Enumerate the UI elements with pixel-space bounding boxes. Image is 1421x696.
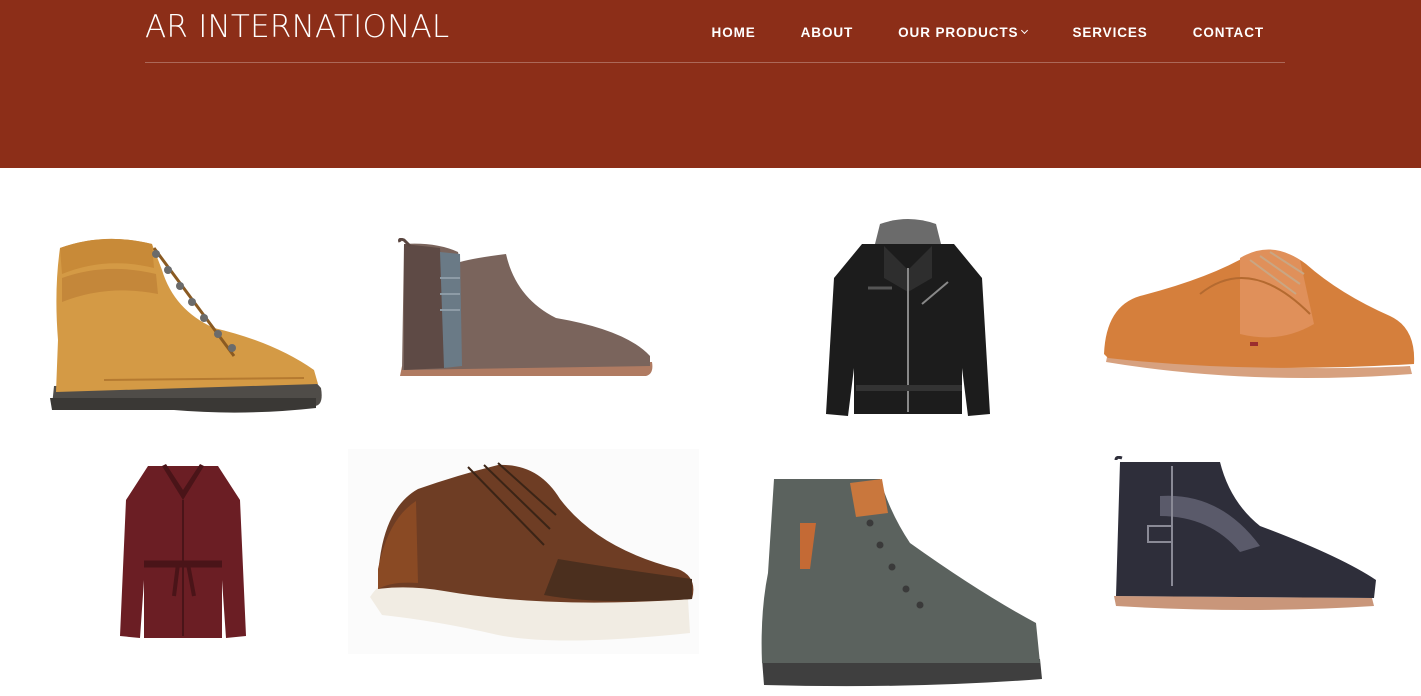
grey-boot-image bbox=[761, 479, 1042, 687]
site-header: AR INTERNATIONAL HOME ABOUT OUR PRODUCTS… bbox=[0, 0, 1421, 168]
product-tile-leather-jacket[interactable] bbox=[822, 218, 994, 418]
chelsea-boot-image bbox=[398, 238, 653, 376]
nav-our-products[interactable]: OUR PRODUCTS bbox=[853, 23, 1029, 41]
nav-our-products-label: OUR PRODUCTS bbox=[898, 24, 1019, 40]
nav-about[interactable]: ABOUT bbox=[756, 23, 854, 41]
product-tile-grey-boot[interactable] bbox=[760, 473, 1046, 687]
tan-hiking-boot-image bbox=[50, 238, 322, 413]
main-nav: HOME ABOUT OUR PRODUCTS SERVICES CONTACT bbox=[712, 23, 1264, 41]
nav-home[interactable]: HOME bbox=[712, 23, 756, 41]
nav-contact[interactable]: CONTACT bbox=[1148, 23, 1264, 41]
product-tile-hiking-boot[interactable] bbox=[44, 230, 326, 430]
product-tile-chelsea-boot[interactable] bbox=[396, 238, 656, 388]
leather-sneaker-image bbox=[348, 449, 699, 654]
suede-derby-image bbox=[1104, 249, 1415, 378]
product-tile-suede-derby[interactable] bbox=[1100, 234, 1418, 394]
product-tile-leather-sneaker[interactable] bbox=[348, 449, 699, 654]
nav-services[interactable]: SERVICES bbox=[1027, 23, 1147, 41]
leather-jacket-image bbox=[826, 219, 990, 416]
buckle-boot-image bbox=[1114, 456, 1376, 610]
product-tile-burgundy-coat[interactable] bbox=[118, 460, 248, 642]
header-divider bbox=[145, 62, 1285, 63]
product-tile-buckle-boot[interactable] bbox=[1110, 456, 1380, 612]
burgundy-coat-image bbox=[120, 464, 246, 638]
product-gallery bbox=[0, 168, 1421, 696]
brand-logo[interactable]: AR INTERNATIONAL bbox=[145, 9, 449, 45]
